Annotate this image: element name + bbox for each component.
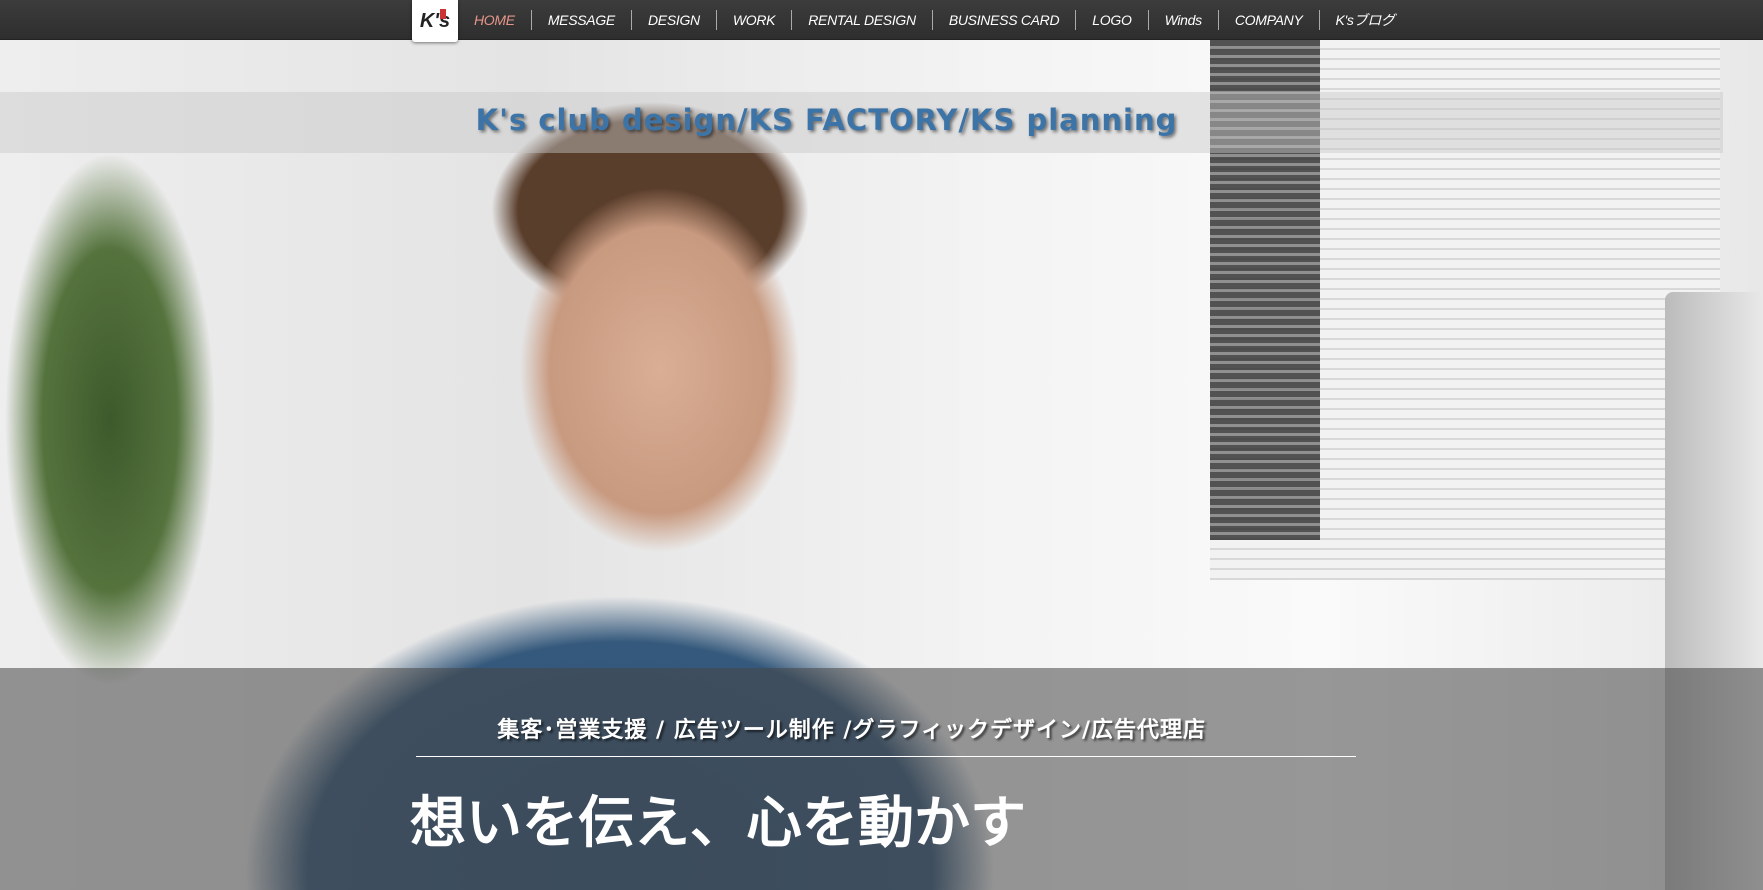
hero-subtitle: 集客･営業支援 / 広告ツール制作 /グラフィックデザイン/広告代理店 xyxy=(497,718,1206,743)
nav-menu: HOME MESSAGE DESIGN WORK RENTAL DESIGN B… xyxy=(458,0,1411,40)
nav-item-home[interactable]: HOME xyxy=(458,10,531,30)
logo-accent xyxy=(440,9,446,19)
nav-item-design[interactable]: DESIGN xyxy=(630,10,716,30)
nav-item-work[interactable]: WORK xyxy=(715,10,791,30)
nav-item-blog[interactable]: K'sブログ xyxy=(1318,10,1411,30)
site-logo[interactable]: K's xyxy=(412,0,458,42)
hero-headline: 想いを伝え、心を動かす xyxy=(410,791,1026,856)
nav-item-rental-design[interactable]: RENTAL DESIGN xyxy=(791,10,932,30)
hero-section: K's club design/KS FACTORY/KS planning 集… xyxy=(0,40,1763,890)
nav-item-winds[interactable]: Winds xyxy=(1147,10,1218,30)
nav-item-business-card[interactable]: BUSINESS CARD xyxy=(931,10,1075,30)
divider xyxy=(416,756,1356,757)
nav-item-logo[interactable]: LOGO xyxy=(1075,10,1147,30)
nav-item-message[interactable]: MESSAGE xyxy=(530,10,631,30)
top-nav: K's HOME MESSAGE DESIGN WORK RENTAL DESI… xyxy=(0,0,1763,42)
nav-item-company[interactable]: COMPANY xyxy=(1217,10,1319,30)
hero-title: K's club design/KS FACTORY/KS planning xyxy=(475,103,1178,137)
